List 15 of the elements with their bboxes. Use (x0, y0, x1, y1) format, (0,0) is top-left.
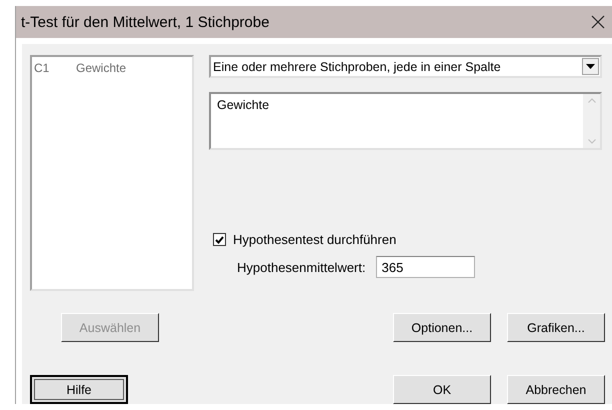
caret-icon (586, 64, 595, 69)
graphs-button[interactable]: Grafiken... (507, 313, 605, 342)
cancel-button[interactable]: Abbrechen (507, 375, 605, 404)
field-label: Hypothesenmittelwert: (237, 260, 366, 274)
checkbox-label: Hypothesentest durchführen (233, 232, 396, 247)
column-id[interactable]: C1 (34, 61, 76, 75)
help-button[interactable]: Hilfe (30, 375, 128, 404)
ok-button[interactable]: OK (393, 375, 491, 404)
sample-type-dropdown[interactable]: Eine oder mehrere Stichproben, jede in einer Spalte (209, 55, 602, 78)
column-name[interactable]: Gewichte (76, 61, 126, 75)
options-button[interactable]: Optionen... (393, 313, 491, 342)
window-title: t-Test für den Mittelwert, 1 Stichprobe (21, 14, 270, 30)
hypothesized-mean-field[interactable]: 365 (376, 256, 475, 278)
hypothesis-test-checkbox[interactable] (213, 233, 226, 246)
close-icon[interactable] (591, 15, 605, 29)
